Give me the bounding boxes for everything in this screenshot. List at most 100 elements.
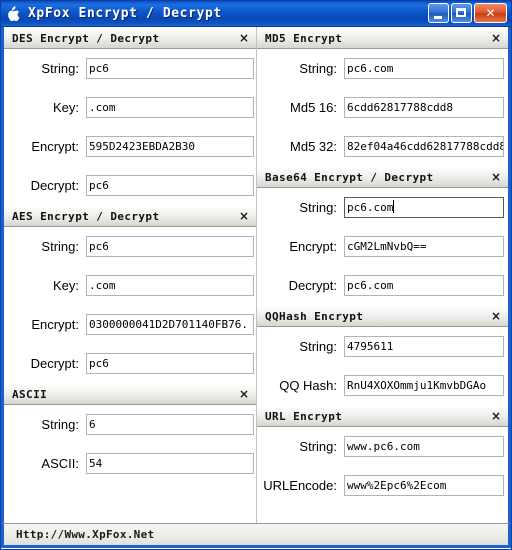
panel-header-des: DES Encrypt / Decrypt ×: [4, 27, 256, 49]
panel-aes: AES Encrypt / Decrypt × String: pc6 Key:…: [4, 205, 256, 383]
input-aes-decrypt[interactable]: pc6: [86, 353, 254, 374]
label-md5-string: String:: [299, 61, 337, 76]
field-row-ascii-code: ASCII: 54: [4, 444, 256, 483]
panel-title-qqhash: QQHash Encrypt: [265, 309, 364, 323]
field-row-des-decrypt: Decrypt: pc6: [4, 166, 256, 205]
panel-close-qqhash[interactable]: ×: [488, 310, 504, 322]
field-row-aes-decrypt: Decrypt: pc6: [4, 344, 256, 383]
panel-body-md5: String: pc6.com Md5 16: 6cdd62817788cdd8…: [257, 49, 508, 166]
label-des-string: String:: [41, 61, 79, 76]
minimize-button[interactable]: [428, 3, 449, 23]
label-url-encode: URLEncode:: [263, 478, 337, 493]
input-des-encrypt[interactable]: 595D2423EBDA2B30: [86, 136, 254, 157]
status-bar: Http://Www.XpFox.Net: [1, 523, 511, 548]
field-row-md5-32: Md5 32: 82ef04a46cdd62817788cdd8: [257, 127, 508, 166]
input-des-decrypt[interactable]: pc6: [86, 175, 254, 196]
panel-title-ascii: ASCII: [12, 387, 48, 401]
panel-body-qqhash: String: 4795611 QQ Hash: RnU4XOXOmmju1Km…: [257, 327, 508, 405]
maximize-button[interactable]: [451, 3, 472, 23]
input-base64-decrypt[interactable]: pc6.com: [344, 275, 504, 296]
label-md5-32: Md5 32:: [290, 139, 337, 154]
panel-des: DES Encrypt / Decrypt × String: pc6 Key:…: [4, 27, 256, 205]
field-row-base64-decrypt: Decrypt: pc6.com: [257, 266, 508, 305]
input-md5-32[interactable]: 82ef04a46cdd62817788cdd8: [344, 136, 504, 157]
panel-base64: Base64 Encrypt / Decrypt × String: pc6.c…: [257, 166, 508, 305]
field-row-qqhash-hash: QQ Hash: RnU4XOXOmmju1KmvbDGAo: [257, 366, 508, 405]
field-row-aes-key: Key: .com: [4, 266, 256, 305]
maximize-icon: [456, 8, 466, 17]
input-aes-key[interactable]: .com: [86, 275, 254, 296]
label-aes-key: Key:: [52, 278, 79, 293]
panel-close-ascii[interactable]: ×: [236, 388, 252, 400]
field-row-base64-string: String: pc6.com: [257, 188, 508, 227]
panel-close-aes[interactable]: ×: [236, 210, 252, 222]
field-row-des-string: String: pc6: [4, 49, 256, 88]
input-qqhash-hash[interactable]: RnU4XOXOmmju1KmvbDGAo: [344, 375, 504, 396]
field-row-des-key: Key: .com: [4, 88, 256, 127]
field-row-md5-16: Md5 16: 6cdd62817788cdd8: [257, 88, 508, 127]
input-aes-string[interactable]: pc6: [86, 236, 254, 257]
panel-title-base64: Base64 Encrypt / Decrypt: [265, 170, 434, 184]
label-aes-decrypt: Decrypt:: [30, 356, 79, 371]
label-des-decrypt: Decrypt:: [30, 178, 79, 193]
panel-title-aes: AES Encrypt / Decrypt: [12, 209, 160, 223]
panel-qqhash: QQHash Encrypt × String: 4795611 QQ Hash…: [257, 305, 508, 405]
panel-close-des[interactable]: ×: [236, 32, 252, 44]
left-column: DES Encrypt / Decrypt × String: pc6 Key:…: [4, 27, 256, 523]
label-des-encrypt: Encrypt:: [31, 139, 79, 154]
panel-close-base64[interactable]: ×: [488, 171, 504, 183]
input-md5-16[interactable]: 6cdd62817788cdd8: [344, 97, 504, 118]
input-url-encode[interactable]: www%2Epc6%2Ecom: [344, 475, 504, 496]
panel-md5: MD5 Encrypt × String: pc6.com Md5 16: 6c…: [257, 27, 508, 166]
panel-body-aes: String: pc6 Key: .com Encrypt: 030000004…: [4, 227, 256, 383]
panel-close-md5[interactable]: ×: [488, 32, 504, 44]
input-base64-string[interactable]: pc6.com: [344, 197, 504, 218]
field-row-md5-string: String: pc6.com: [257, 49, 508, 88]
panel-close-url[interactable]: ×: [488, 410, 504, 422]
input-des-key[interactable]: .com: [86, 97, 254, 118]
panel-ascii: ASCII × String: 6 ASCII: 54: [4, 383, 256, 483]
label-des-key: Key:: [52, 100, 79, 115]
input-url-string[interactable]: www.pc6.com: [344, 436, 504, 457]
input-des-string[interactable]: pc6: [86, 58, 254, 79]
input-base64-encrypt[interactable]: cGM2LmNvbQ==: [344, 236, 504, 257]
field-row-qqhash-string: String: 4795611: [257, 327, 508, 366]
field-row-url-string: String: www.pc6.com: [257, 427, 508, 466]
title-bar: XpFox Encrypt / Decrypt ✕: [1, 1, 511, 27]
panel-title-md5: MD5 Encrypt: [265, 31, 343, 45]
panel-title-des: DES Encrypt / Decrypt: [12, 31, 160, 45]
input-ascii-code[interactable]: 54: [86, 453, 254, 474]
close-icon: ✕: [485, 6, 496, 20]
close-button[interactable]: ✕: [474, 3, 507, 23]
minimize-icon: [434, 16, 442, 19]
panel-header-ascii: ASCII ×: [4, 383, 256, 405]
application-window: XpFox Encrypt / Decrypt ✕ DES Encrypt / …: [0, 0, 512, 550]
field-row-aes-string: String: pc6: [4, 227, 256, 266]
window-controls: ✕: [428, 3, 507, 23]
status-bar-text: Http://Www.XpFox.Net: [16, 528, 155, 541]
panel-header-base64: Base64 Encrypt / Decrypt ×: [257, 166, 508, 188]
label-url-string: String:: [299, 439, 337, 454]
apple-icon: [6, 5, 22, 22]
input-ascii-string[interactable]: 6: [86, 414, 254, 435]
panel-header-url: URL Encrypt ×: [257, 405, 508, 427]
field-row-aes-encrypt: Encrypt: 0300000041D2D701140FB76.: [4, 305, 256, 344]
input-md5-string[interactable]: pc6.com: [344, 58, 504, 79]
field-row-des-encrypt: Encrypt: 595D2423EBDA2B30: [4, 127, 256, 166]
panel-url: URL Encrypt × String: www.pc6.com URLEnc…: [257, 405, 508, 505]
field-row-url-encode: URLEncode: www%2Epc6%2Ecom: [257, 466, 508, 505]
label-qqhash-hash: QQ Hash:: [279, 378, 337, 393]
label-ascii-string: String:: [41, 417, 79, 432]
input-base64-string-text: pc6.com: [347, 201, 394, 214]
label-ascii-code: ASCII:: [41, 456, 79, 471]
window-title: XpFox Encrypt / Decrypt: [28, 6, 222, 21]
window-body: DES Encrypt / Decrypt × String: pc6 Key:…: [1, 27, 511, 523]
label-base64-decrypt: Decrypt:: [288, 278, 337, 293]
panel-body-url: String: www.pc6.com URLEncode: www%2Epc6…: [257, 427, 508, 505]
label-aes-encrypt: Encrypt:: [31, 317, 79, 332]
input-qqhash-string[interactable]: 4795611: [344, 336, 504, 357]
input-aes-encrypt[interactable]: 0300000041D2D701140FB76.: [86, 314, 254, 335]
panel-header-md5: MD5 Encrypt ×: [257, 27, 508, 49]
panel-header-qqhash: QQHash Encrypt ×: [257, 305, 508, 327]
right-column: MD5 Encrypt × String: pc6.com Md5 16: 6c…: [256, 27, 508, 523]
